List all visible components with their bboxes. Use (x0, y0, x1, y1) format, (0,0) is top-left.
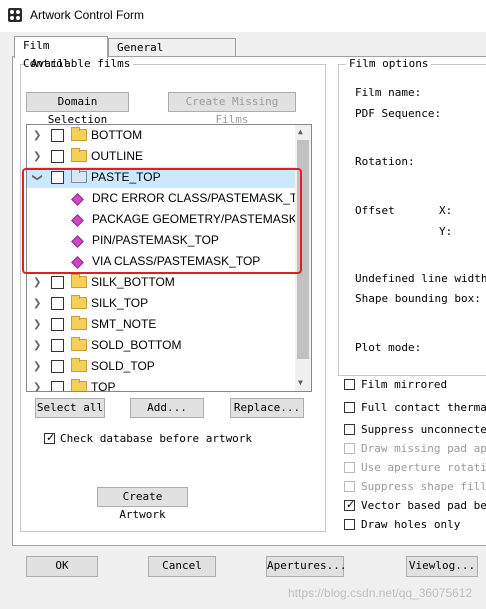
tree-item-label: TOP (91, 380, 116, 392)
suppress-unconnected-label: Suppress unconnected (361, 423, 486, 436)
tree-item-bottom[interactable]: ❯ BOTTOM (27, 125, 297, 146)
chevron-right-icon[interactable]: ❯ (33, 377, 41, 391)
chevron-right-icon[interactable]: ❯ (33, 146, 41, 167)
folder-icon (71, 127, 87, 141)
chevron-right-icon[interactable]: ❯ (33, 272, 41, 293)
undefined-line-width-label: Undefined line width: (355, 272, 486, 285)
highlight-annotation (22, 168, 302, 274)
pdf-sequence-label: PDF Sequence: (355, 107, 442, 120)
chevron-right-icon[interactable]: ❯ (33, 125, 41, 146)
folder-icon (71, 148, 87, 162)
film-checkbox[interactable] (51, 297, 64, 310)
use-aperture-rotation-label: Use aperture rotation (361, 461, 486, 474)
tree-item-label: SOLD_TOP (91, 359, 155, 373)
chevron-right-icon[interactable]: ❯ (33, 293, 41, 314)
folder-icon (71, 274, 87, 288)
tab-general-parameters[interactable]: General Parameters (108, 38, 236, 72)
viewlog-button[interactable]: Viewlog... (406, 556, 478, 577)
folder-icon (71, 379, 87, 391)
apertures-button[interactable]: Apertures... (266, 556, 346, 577)
tree-item-silk-bottom[interactable]: ❯ SILK_BOTTOM (27, 272, 297, 293)
title-bar: Artwork Control Form (0, 0, 486, 32)
folder-icon (71, 316, 87, 330)
check-database-checkbox[interactable]: ✓ (44, 431, 56, 444)
folder-icon (71, 337, 87, 351)
tree-item-label: SOLD_BOTTOM (91, 338, 182, 352)
tree-item-silk-top[interactable]: ❯ SILK_TOP (27, 293, 297, 314)
tree-item-label: BOTTOM (91, 128, 143, 142)
select-all-button[interactable]: Select all (35, 398, 105, 418)
film-checkbox[interactable] (51, 276, 64, 289)
watermark-text: https://blog.csdn.net/qq_36075612 (288, 586, 473, 600)
film-mirrored-checkbox[interactable] (344, 379, 355, 390)
vector-based-pad-label: Vector based pad beha (361, 499, 486, 512)
offset-label: Offset (355, 204, 395, 217)
check-database-label: Check database before artwork (60, 432, 253, 445)
tree-item-smt-note[interactable]: ❯ SMT_NOTE (27, 314, 297, 335)
tab-film-control[interactable]: Film Control (14, 36, 108, 70)
draw-missing-pad-checkbox[interactable] (344, 443, 355, 454)
draw-holes-only-checkbox[interactable] (344, 519, 355, 530)
film-checkbox[interactable] (51, 360, 64, 373)
shape-bounding-box-label: Shape bounding box: (355, 292, 481, 305)
film-options-legend: Film options (346, 57, 432, 71)
checkmark-icon: ✓ (46, 431, 56, 444)
film-checkbox[interactable] (51, 318, 64, 331)
window-title: Artwork Control Form (30, 8, 145, 22)
suppress-unconnected-checkbox[interactable] (344, 424, 355, 435)
chevron-right-icon[interactable]: ❯ (33, 335, 41, 356)
folder-icon (71, 295, 87, 309)
chevron-right-icon[interactable]: ❯ (33, 356, 41, 377)
app-icon (8, 8, 22, 22)
tree-item-sold-top[interactable]: ❯ SOLD_TOP (27, 356, 297, 377)
tree-item-label: SILK_TOP (91, 296, 149, 310)
chevron-right-icon[interactable]: ❯ (33, 314, 41, 335)
suppress-shape-fill-label: Suppress shape fill (361, 480, 486, 493)
film-checkbox[interactable] (51, 339, 64, 352)
draw-holes-only-label: Draw holes only (361, 518, 461, 531)
vector-based-pad-checkbox[interactable]: ✓ (344, 498, 356, 511)
tree-item-outline[interactable]: ❯ OUTLINE (27, 146, 297, 167)
tree-item-label: SILK_BOTTOM (91, 275, 175, 289)
suppress-shape-fill-checkbox[interactable] (344, 481, 355, 492)
tree-item-top[interactable]: ❯ TOP (27, 377, 297, 392)
film-checkbox[interactable] (51, 150, 64, 163)
film-mirrored-label: Film mirrored (361, 378, 448, 391)
film-checkbox[interactable] (51, 381, 64, 391)
checkmark-icon: ✓ (346, 498, 356, 511)
scroll-down-icon[interactable]: ▼ (298, 378, 303, 387)
tree-item-label: SMT_NOTE (91, 317, 157, 331)
replace-button[interactable]: Replace... (230, 398, 304, 418)
film-name-label: Film name: (355, 86, 422, 99)
plot-mode-label: Plot mode: (355, 341, 422, 354)
tree-item-label: OUTLINE (91, 149, 144, 163)
use-aperture-rotation-checkbox[interactable] (344, 462, 355, 473)
full-contact-thermal-checkbox[interactable] (344, 402, 355, 413)
domain-selection-button[interactable]: Domain Selection (26, 92, 129, 126)
scroll-up-icon[interactable]: ▲ (298, 127, 303, 136)
folder-icon (71, 358, 87, 372)
tree-item-sold-bottom[interactable]: ❯ SOLD_BOTTOM (27, 335, 297, 356)
offset-x-label: X: (439, 204, 453, 217)
draw-missing-pad-label: Draw missing pad aper (361, 442, 486, 455)
add-button[interactable]: Add... (130, 398, 204, 418)
create-artwork-button[interactable]: Create Artwork (97, 487, 188, 521)
film-checkbox[interactable] (51, 129, 64, 142)
offset-y-label: Y: (439, 225, 453, 238)
rotation-label: Rotation: (355, 155, 415, 168)
cancel-button[interactable]: Cancel (148, 556, 216, 577)
ok-button[interactable]: OK (26, 556, 98, 577)
create-missing-films-button[interactable]: Create Missing Films (168, 92, 296, 126)
full-contact-thermal-label: Full contact thermal- (361, 401, 486, 414)
